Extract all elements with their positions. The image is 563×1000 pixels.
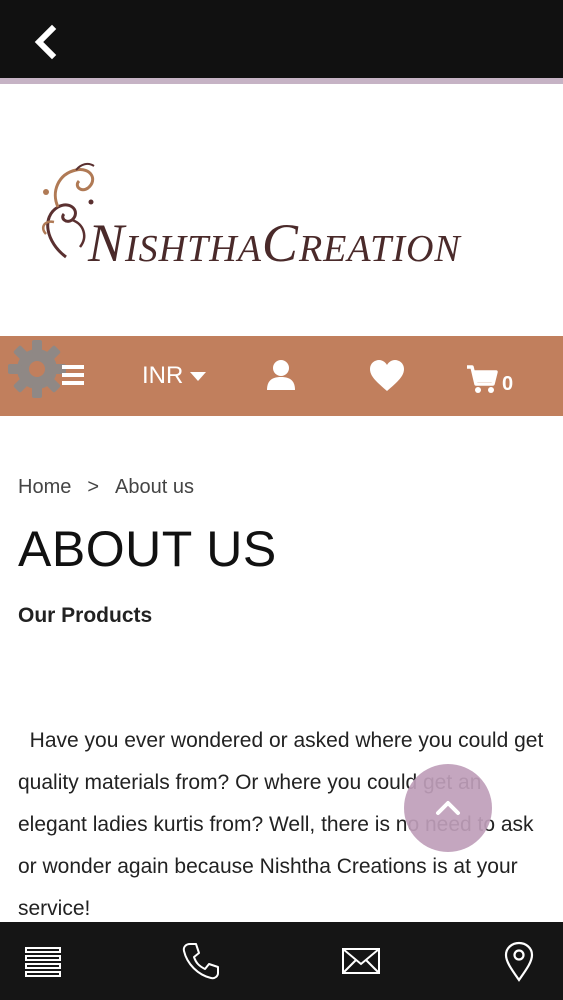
scroll-to-top-button[interactable] (404, 764, 492, 852)
brand-word-2: REATION (298, 228, 461, 270)
caret-down-icon (190, 372, 207, 381)
breadcrumb: Home > About us (18, 476, 194, 499)
brand-word-1: ISHTHA (125, 228, 262, 270)
brand-initial-c: C (261, 213, 299, 273)
phone-icon[interactable] (180, 940, 222, 982)
page-title: ABOUT US (18, 521, 277, 577)
top-app-bar (0, 0, 563, 78)
cart-count-badge: 0 (502, 373, 514, 395)
section-heading: Our Products (18, 604, 153, 627)
cart-button[interactable]: 0 (466, 360, 513, 394)
chevron-up-icon (436, 801, 460, 815)
breadcrumb-separator: > (87, 476, 100, 498)
chevron-left-icon[interactable] (30, 24, 62, 60)
heart-icon[interactable] (368, 359, 406, 393)
gear-icon[interactable] (6, 338, 68, 400)
list-icon[interactable] (22, 940, 64, 982)
mail-icon[interactable] (340, 940, 382, 982)
user-icon[interactable] (266, 359, 296, 391)
brand-logo[interactable]: NISHTHACREATION (0, 84, 563, 336)
breadcrumb-current: About us (115, 476, 194, 498)
brand-name: NISHTHACREATION (88, 212, 461, 274)
bottom-navigation-bar (0, 922, 563, 1000)
currency-label: INR (142, 362, 184, 389)
brand-initial-n: N (88, 213, 126, 273)
menu-icon[interactable] (60, 362, 86, 388)
cart-icon (467, 365, 498, 393)
currency-selector[interactable]: INR (142, 360, 207, 392)
location-pin-icon[interactable] (498, 940, 540, 982)
breadcrumb-home-link[interactable]: Home (18, 476, 71, 499)
